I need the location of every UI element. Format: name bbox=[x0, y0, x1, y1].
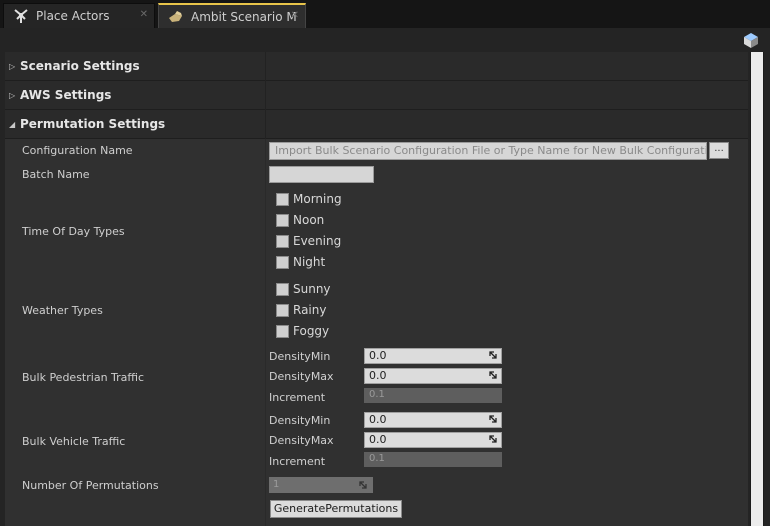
batch-name-input[interactable] bbox=[269, 166, 374, 183]
section-title: AWS Settings bbox=[20, 88, 112, 102]
vehicle-traffic-label: Bulk Vehicle Traffic bbox=[22, 435, 126, 448]
time-of-day-label: Time Of Day Types bbox=[22, 225, 125, 238]
checkbox-label: Noon bbox=[293, 213, 325, 227]
tab-label: Place Actors bbox=[36, 9, 110, 23]
checkbox-label: Rainy bbox=[293, 303, 327, 317]
resize-grip-icon bbox=[359, 481, 367, 489]
column-divider bbox=[265, 52, 266, 139]
weather-label: Weather Types bbox=[22, 304, 103, 317]
value: 0.0 bbox=[369, 413, 387, 426]
checkbox-noon[interactable] bbox=[276, 214, 289, 227]
checkbox-night[interactable] bbox=[276, 256, 289, 269]
close-icon[interactable]: ✕ bbox=[140, 9, 148, 20]
expand-arrow-icon[interactable]: ▷ bbox=[9, 91, 15, 100]
tab-ambit-scenario[interactable]: Ambit Scenario M ✕ bbox=[158, 3, 306, 28]
value: 0.0 bbox=[369, 369, 387, 382]
section-title: Permutation Settings bbox=[20, 117, 166, 131]
place-actors-icon bbox=[12, 7, 30, 25]
resize-grip-icon[interactable] bbox=[489, 435, 497, 443]
checkbox-morning[interactable] bbox=[276, 193, 289, 206]
checkbox-label: Evening bbox=[293, 234, 342, 248]
value: 0.0 bbox=[369, 349, 387, 362]
config-name-input[interactable]: Import Bulk Scenario Configuration File … bbox=[269, 142, 707, 160]
checkbox-rainy[interactable] bbox=[276, 304, 289, 317]
value: 0.0 bbox=[369, 433, 387, 446]
scrollbar-thumb[interactable] bbox=[751, 52, 763, 526]
generate-permutations-button[interactable]: GeneratePermutations bbox=[270, 500, 402, 518]
pedestrian-density-min-input[interactable]: 0.0 bbox=[364, 348, 502, 364]
vehicle-density-min-input[interactable]: 0.0 bbox=[364, 412, 502, 428]
checkbox-label: Night bbox=[293, 255, 326, 269]
browse-button[interactable]: ... bbox=[709, 142, 729, 159]
section-scenario-settings[interactable]: ▷ Scenario Settings bbox=[5, 52, 748, 81]
value: 1 bbox=[273, 479, 280, 490]
vertical-scrollbar[interactable] bbox=[750, 52, 764, 526]
batch-name-label: Batch Name bbox=[22, 168, 90, 181]
tab-place-actors[interactable]: Place Actors ✕ bbox=[3, 3, 155, 28]
cube-icon[interactable] bbox=[742, 31, 760, 49]
vehicle-density-max-input[interactable]: 0.0 bbox=[364, 432, 502, 448]
resize-grip-icon[interactable] bbox=[489, 371, 497, 379]
checkbox-label: Foggy bbox=[293, 324, 330, 338]
increment-label: Increment bbox=[269, 391, 326, 404]
checkbox-foggy[interactable] bbox=[276, 325, 289, 338]
density-min-label: DensityMin bbox=[269, 350, 331, 363]
section-aws-settings[interactable]: ▷ AWS Settings bbox=[5, 81, 748, 110]
vehicle-increment-input: 0.1 bbox=[364, 452, 502, 467]
pedestrian-density-max-input[interactable]: 0.0 bbox=[364, 368, 502, 384]
density-min-label: DensityMin bbox=[269, 414, 331, 427]
num-permutations-label: Number Of Permutations bbox=[22, 479, 159, 492]
density-max-label: DensityMax bbox=[269, 434, 334, 447]
column-divider bbox=[265, 139, 266, 526]
pedestrian-increment-input: 0.1 bbox=[364, 388, 502, 403]
expand-arrow-icon[interactable]: ▷ bbox=[9, 62, 15, 71]
pedestrian-traffic-label: Bulk Pedestrian Traffic bbox=[22, 371, 145, 384]
resize-grip-icon[interactable] bbox=[489, 351, 497, 359]
section-permutation-settings[interactable]: ◢ Permutation Settings bbox=[5, 110, 748, 139]
ambit-scenario-icon bbox=[167, 8, 185, 26]
checkbox-label: Morning bbox=[293, 192, 342, 206]
tab-label: Ambit Scenario M bbox=[191, 9, 297, 24]
checkbox-sunny[interactable] bbox=[276, 283, 289, 296]
tab-bar: Place Actors ✕ Ambit Scenario M ✕ bbox=[0, 0, 770, 28]
section-title: Scenario Settings bbox=[20, 59, 140, 73]
num-permutations-input: 1 bbox=[269, 477, 373, 493]
resize-grip-icon[interactable] bbox=[489, 415, 497, 423]
density-max-label: DensityMax bbox=[269, 370, 334, 383]
config-name-label: Configuration Name bbox=[22, 144, 133, 157]
checkbox-evening[interactable] bbox=[276, 235, 289, 248]
checkbox-label: Sunny bbox=[293, 282, 331, 296]
close-icon[interactable]: ✕ bbox=[291, 10, 299, 21]
collapse-arrow-icon[interactable]: ◢ bbox=[9, 120, 15, 129]
increment-label: Increment bbox=[269, 455, 326, 468]
